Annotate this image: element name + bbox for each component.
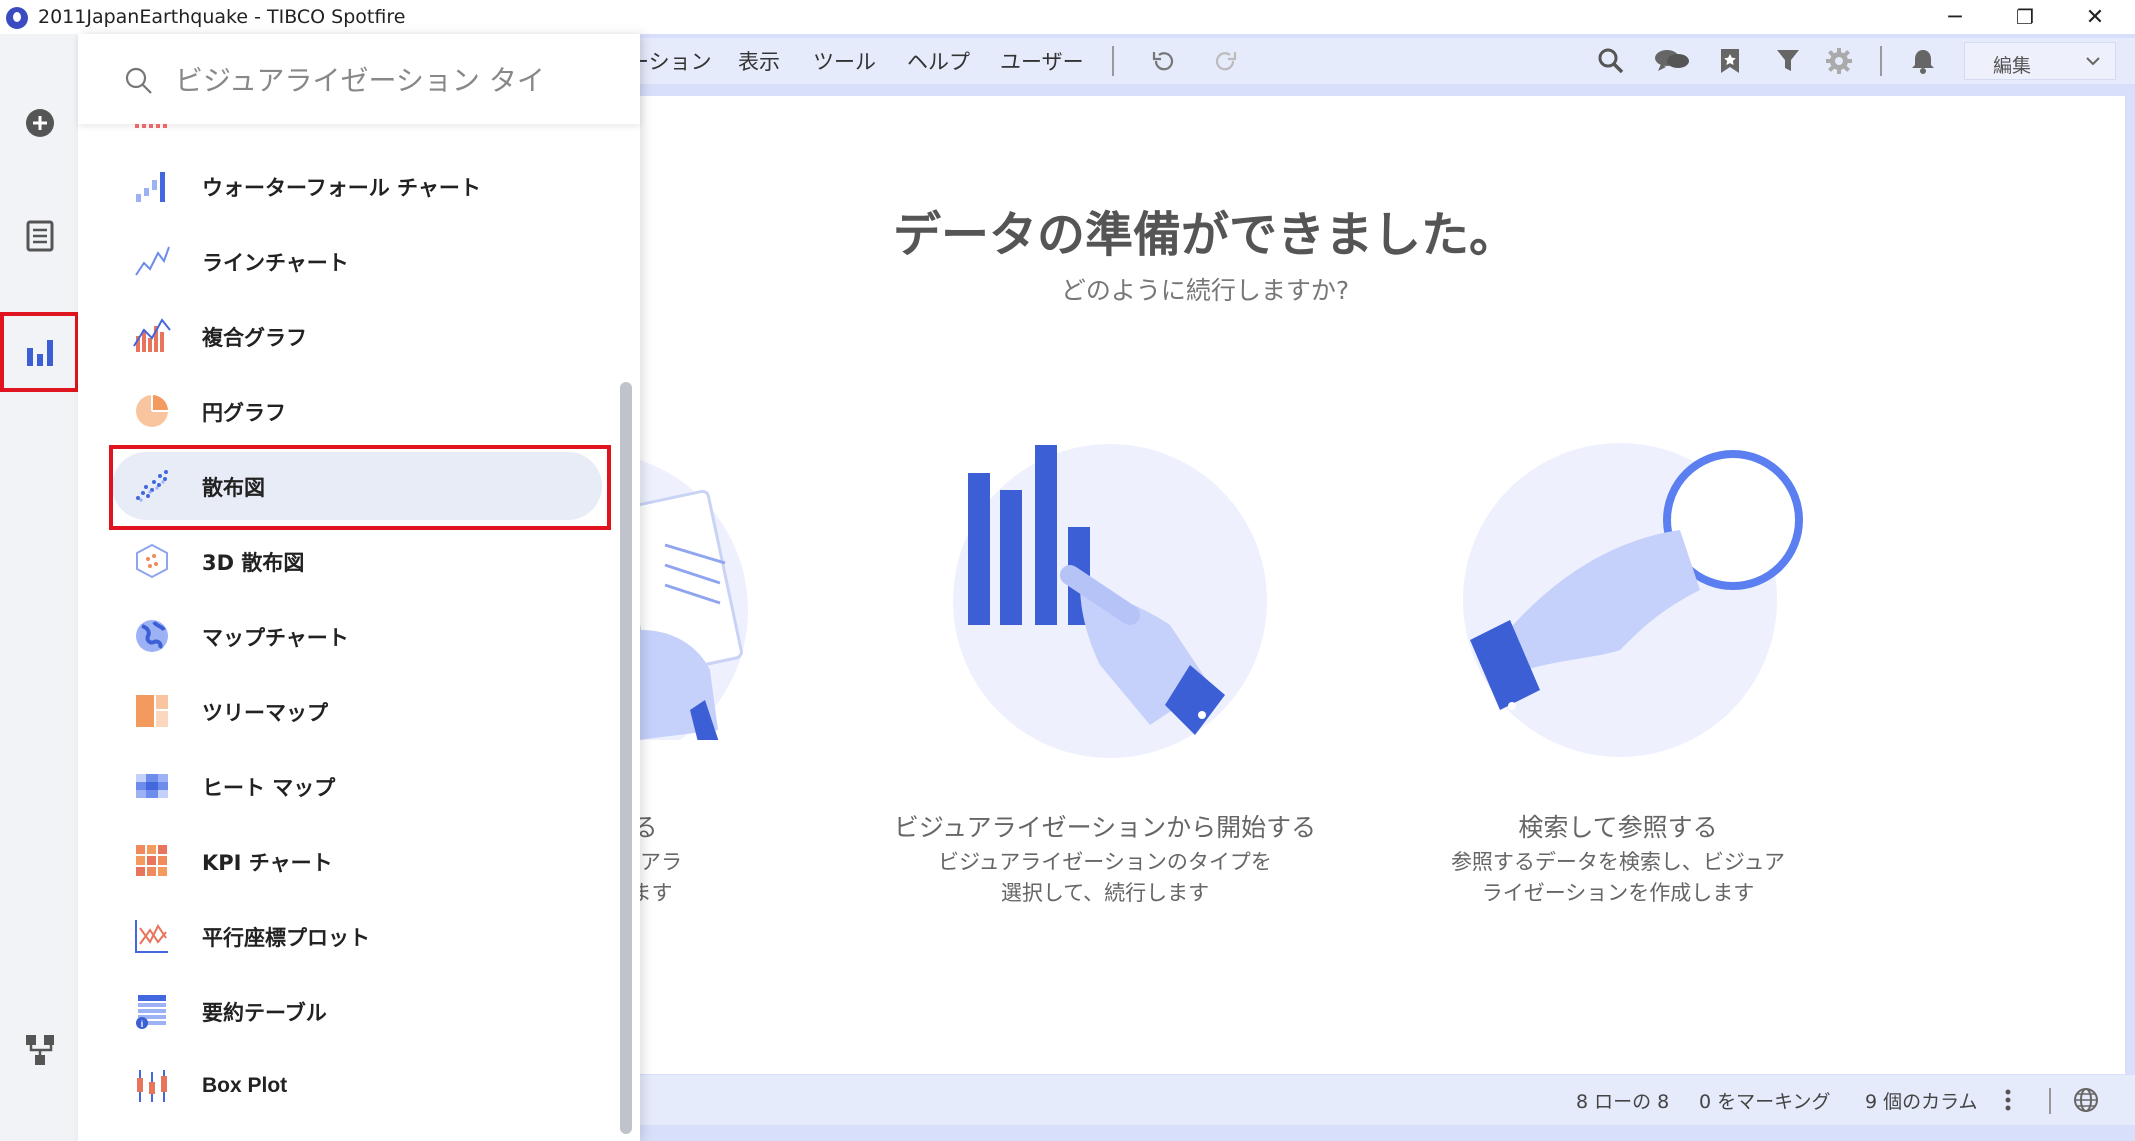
menu-user[interactable]: ユーザー	[1000, 46, 1084, 76]
window-title: 2011JapanEarthquake - TIBCO Spotfire	[38, 6, 406, 28]
column-count[interactable]: 9 個のカラム	[1865, 1087, 1978, 1114]
vis-label-3d-scatter-plot: 3D 散布図	[202, 551, 305, 575]
menu-view[interactable]: 表示	[738, 46, 780, 76]
comments-icon[interactable]	[1652, 44, 1692, 78]
pie-chart-icon	[136, 395, 168, 427]
card-visualization-desc: ビジュアライゼーションのタイプを	[938, 850, 1272, 874]
line-chart-icon	[135, 246, 170, 276]
card-visualization-desc: 選択して、続行します	[1000, 881, 1210, 905]
gear-icon[interactable]	[1822, 44, 1856, 78]
redo-icon[interactable]	[1209, 44, 1243, 78]
partial-item-icon	[135, 124, 167, 128]
vis-label-map-chart: マップチャート	[202, 626, 349, 650]
data-panel-icon[interactable]	[22, 218, 58, 254]
map-chart-icon	[136, 620, 168, 652]
minimize-button[interactable]: ─	[1920, 0, 1990, 34]
chevron-down-icon	[2086, 57, 2100, 66]
toolbar-divider	[1880, 46, 1882, 76]
vis-label-summary-table: 要約テーブル	[202, 1001, 327, 1025]
kpi-chart-icon	[136, 845, 167, 876]
notification-bell-icon[interactable]	[1906, 44, 1940, 78]
menu-help[interactable]: ヘルプ	[907, 46, 970, 76]
more-options-icon[interactable]	[2002, 1086, 2014, 1114]
vis-item-combination-chart[interactable]	[112, 302, 602, 370]
vis-label-kpi-chart: KPI チャート	[202, 851, 333, 875]
3d-scatter-plot-icon	[136, 543, 168, 579]
vis-label-parallel-coordinate-plot: 平行座標プロット	[202, 926, 370, 950]
box-plot-icon	[137, 1070, 167, 1102]
undo-icon[interactable]	[1146, 44, 1180, 78]
card-search-desc: ライゼーションを作成します	[1481, 881, 1755, 905]
search-icon[interactable]	[1594, 44, 1628, 78]
vis-label-heat-map: ヒート マップ	[202, 776, 336, 800]
summary-table-icon: i	[136, 995, 166, 1029]
vis-item-pie-chart[interactable]	[112, 377, 602, 445]
vis-item-kpi-chart[interactable]	[112, 827, 602, 895]
left-rail	[0, 34, 78, 1141]
heat-map-icon	[136, 774, 168, 798]
menu-tools[interactable]: ツール	[813, 46, 876, 76]
edit-mode-label: 編集	[1993, 55, 2032, 77]
vis-label-treemap: ツリーマップ	[202, 701, 328, 725]
vis-item-map-chart[interactable]	[112, 602, 602, 670]
waterfall-chart-icon	[136, 172, 165, 202]
vis-item-summary-table[interactable]	[112, 977, 602, 1045]
vis-item-3d-scatter-plot[interactable]	[112, 527, 602, 595]
scatter-plot-highlight	[109, 445, 611, 530]
visualization-search-input[interactable]	[175, 60, 615, 100]
card-search-title[interactable]: 検索して参照する	[1358, 808, 1878, 844]
vis-item-heat-map[interactable]	[112, 752, 602, 820]
vis-item-box-plot[interactable]	[112, 1052, 602, 1120]
vis-label-waterfall-chart: ウォーターフォール チャート	[202, 176, 481, 200]
vis-label-pie-chart: 円グラフ	[202, 401, 286, 425]
combination-chart-icon	[133, 318, 171, 352]
flyout-scrollbar[interactable]	[620, 382, 632, 1134]
visualization-start-illustration	[953, 444, 1267, 758]
vis-label-combination-chart: 複合グラフ	[202, 326, 307, 350]
card-visualization-title[interactable]: ビジュアライゼーションから開始する	[845, 808, 1365, 844]
close-button[interactable]: ✕	[2060, 0, 2130, 34]
search-icon	[124, 66, 154, 96]
edit-mode-dropdown[interactable]: 編集	[1964, 42, 2116, 80]
status-divider	[2049, 1088, 2051, 1114]
spotfire-logo-icon	[6, 7, 28, 29]
menu-visualization[interactable]: ーション	[628, 46, 712, 76]
marking-count[interactable]: 0 をマーキング	[1699, 1087, 1831, 1114]
restore-button[interactable]: ❐	[1990, 0, 2060, 34]
svg-text:i: i	[141, 1019, 144, 1029]
add-data-icon[interactable]	[22, 105, 58, 141]
page-subtitle: どのように続行しますか?	[1060, 276, 1350, 305]
vis-item-line-chart[interactable]	[112, 227, 602, 295]
visualization-types-highlight	[0, 312, 79, 392]
globe-icon[interactable]	[2072, 1086, 2100, 1114]
bookmark-icon[interactable]	[1713, 44, 1747, 78]
treemap-icon	[136, 695, 168, 727]
row-count[interactable]: 8 ローの 8	[1576, 1087, 1669, 1114]
vis-label-line-chart: ラインチャート	[202, 251, 349, 275]
vis-label-box-plot: Box Plot	[202, 1074, 288, 1097]
filter-icon[interactable]	[1771, 44, 1805, 78]
page-title: データの準備ができました。	[892, 207, 1517, 263]
search-browse-illustration	[1463, 443, 1803, 757]
data-canvas-icon[interactable]	[22, 1032, 58, 1068]
toolbar-divider	[1112, 46, 1114, 76]
card-search-desc: 参照するデータを検索し、ビジュア	[1450, 850, 1786, 874]
vis-item-treemap[interactable]	[112, 677, 602, 745]
parallel-coordinate-plot-icon	[135, 920, 168, 953]
